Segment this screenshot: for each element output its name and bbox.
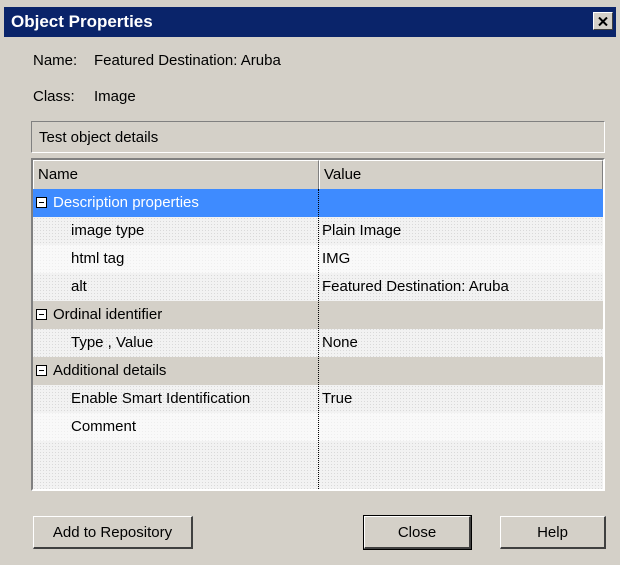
row-value: True <box>322 390 353 407</box>
name-label: Name: <box>33 52 78 69</box>
row-name-cell: Type , Value <box>33 329 318 357</box>
row-name: Enable Smart Identification <box>71 390 251 407</box>
row-name: alt <box>71 278 87 295</box>
column-header-name[interactable]: Name <box>33 160 319 189</box>
column-divider <box>318 189 319 489</box>
class-value: Image <box>94 88 136 105</box>
close-button-label: Close <box>397 523 437 541</box>
row-name: Comment <box>71 418 137 435</box>
collapse-minus-icon[interactable] <box>36 365 47 376</box>
title-bar[interactable]: Object Properties <box>4 7 616 37</box>
row-value <box>322 189 603 217</box>
row-value <box>322 413 603 441</box>
column-header-value-label: Value <box>324 166 362 183</box>
test-object-details-header: Test object details <box>31 121 605 153</box>
help-button[interactable]: Help <box>500 516 606 549</box>
row-name: Ordinal identifier <box>53 306 163 323</box>
row-value: Plain Image <box>322 222 402 239</box>
grid-header: Name Value <box>33 160 603 190</box>
close-window-button[interactable] <box>593 12 613 30</box>
help-button-label: Help <box>537 523 568 541</box>
name-info: Name: Featured Destination: Aruba <box>33 52 281 69</box>
row-name-cell: Description properties <box>33 189 318 217</box>
row-value <box>322 301 603 329</box>
row-name-cell: alt <box>33 273 318 301</box>
row-name-cell: Ordinal identifier <box>33 301 318 329</box>
name-value: Featured Destination: Aruba <box>94 52 281 69</box>
add-to-repository-label: Add to Repository <box>52 523 173 541</box>
collapse-minus-icon[interactable] <box>36 197 47 208</box>
window-title: Object Properties <box>11 12 153 31</box>
row-value <box>322 357 603 385</box>
row-name-cell: image type <box>33 217 318 245</box>
row-name-cell: Comment <box>33 413 318 441</box>
row-name: Additional details <box>53 362 167 379</box>
add-to-repository-button[interactable]: Add to Repository <box>33 516 193 549</box>
row-name: Description properties <box>53 194 199 211</box>
column-header-value[interactable]: Value <box>319 160 603 189</box>
row-value: None <box>322 334 358 351</box>
row-name-cell: html tag <box>33 245 318 273</box>
row-name: Type , Value <box>71 334 154 351</box>
row-name-cell: Additional details <box>33 357 318 385</box>
row-name: image type <box>71 222 145 239</box>
close-button[interactable]: Close <box>363 515 472 550</box>
row-name-cell: Enable Smart Identification <box>33 385 318 413</box>
class-info: Class: Image <box>33 88 136 105</box>
row-value: IMG <box>322 250 351 267</box>
details-header-label: Test object details <box>39 129 159 146</box>
row-value: Featured Destination: Aruba <box>322 278 509 295</box>
collapse-minus-icon[interactable] <box>36 309 47 320</box>
column-header-name-label: Name <box>38 166 79 183</box>
object-properties-dialog: Object Properties Name: Featured Destinat… <box>0 0 620 565</box>
class-label: Class: <box>33 88 75 105</box>
close-icon <box>598 16 608 26</box>
properties-grid: Name Value Description properties image t… <box>31 158 605 491</box>
row-name: html tag <box>71 250 125 267</box>
